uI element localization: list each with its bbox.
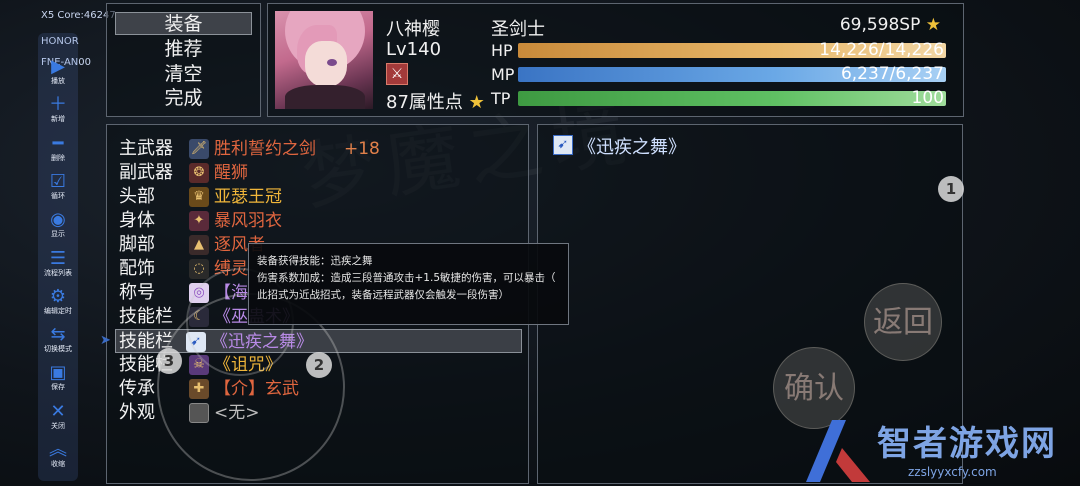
macro-toolbar: ▶ 播放＋新增 ━ 删除 ☑ 循环 ◉ 显示 ☰ 流程列表 ⚙ 编辑定时 ⇆ 切换模式 ▣ 保存 ✕ 关闭 ︽ 收缩	[38, 33, 78, 481]
hp-value: 14,226/14,226	[819, 40, 944, 60]
equipment-slot-label: 技能栏	[119, 306, 173, 327]
play-icon: ▶	[51, 56, 65, 77]
toolbar-button-label: 播放	[51, 77, 65, 85]
plus-icon: ＋	[49, 94, 67, 116]
toolbar-button-label: 显示	[51, 230, 65, 239]
timer-icon: ⚙	[49, 285, 67, 307]
hp-label: HP	[491, 41, 513, 60]
site-watermark-url: zzslyyxcfy.com	[908, 465, 997, 479]
equipment-item-name: 胜利誓约之剑	[214, 139, 316, 159]
star-icon: ★	[462, 92, 485, 113]
toolbar-button[interactable]: ━ 删除	[38, 132, 78, 170]
toolbar-button[interactable]: ＋新增	[38, 95, 78, 131]
crown-icon: ♛	[189, 187, 209, 207]
equipment-item-name: 暴风羽衣	[214, 211, 282, 231]
equipment-row[interactable]: 头部 ♛ 亚瑟王冠	[119, 185, 519, 209]
tooltip-line-1: 装备获得技能：迅疾之舞	[257, 255, 373, 267]
toolbar-button[interactable]: ︽ 收缩	[38, 440, 78, 476]
core-version-text: X5 Core:46247	[41, 10, 116, 21]
back-button[interactable]: 返回	[864, 283, 942, 361]
character-job: 圣剑士	[491, 19, 545, 40]
confirm-button[interactable]: 确认	[773, 347, 855, 429]
equipment-row[interactable]: 身体 ✦ 暴风羽衣	[119, 209, 519, 233]
sp-display: 69,598SP ★	[840, 15, 941, 35]
list-icon: ☰	[49, 247, 67, 269]
boots-icon: ▲	[189, 235, 209, 255]
equipment-slot-label: 配饰	[119, 258, 155, 279]
equipment-slot-label: 副武器	[119, 162, 173, 183]
site-logo-icon	[806, 420, 870, 482]
loop-icon: ☑	[49, 170, 67, 192]
menu-done-button[interactable]: 完成	[115, 87, 252, 110]
attribute-points: 87属性点 ★	[386, 88, 485, 114]
tap-marker-1[interactable]: 1	[938, 176, 964, 202]
equipment-slot-label: 脚部	[119, 234, 155, 255]
toolbar-button[interactable]: ◉ 显示	[38, 210, 78, 246]
menu-clear-button[interactable]: 清空	[115, 63, 252, 86]
equipment-slot-label: 头部	[119, 186, 155, 207]
site-watermark-title: 智者游戏网	[877, 424, 1057, 464]
character-portrait	[275, 11, 373, 109]
tp-bar	[518, 91, 946, 106]
toolbar-button[interactable]: ☑ 循环	[38, 170, 78, 208]
tp-label: TP	[491, 89, 511, 108]
switch-icon: ⇆	[50, 324, 66, 346]
pointer-arrow-icon: ➤	[100, 333, 111, 348]
dash-skill-icon: ➹	[553, 135, 573, 155]
toolbar-button-label: 删除	[51, 153, 65, 162]
menu-equip-button[interactable]: 装备	[115, 12, 252, 35]
character-level: Lv140	[386, 39, 442, 60]
accessory-icon: ◌	[189, 259, 209, 279]
mp-label: MP	[491, 65, 515, 84]
toolbar-button[interactable]: ⚙ 编辑定时	[38, 285, 78, 323]
equipment-menu: 装备 推荐 清空 完成	[106, 3, 261, 117]
sp-star-icon: ★	[920, 15, 941, 35]
toolbar-button-label: 编辑定时	[44, 306, 72, 315]
tap-marker-2[interactable]: 2	[306, 352, 332, 378]
character-name: 八神樱	[386, 19, 440, 40]
equipment-slot-label: 身体	[119, 210, 155, 231]
collapse-icon: ︽	[49, 439, 67, 460]
equipment-item-name: 亚瑟王冠	[214, 187, 282, 207]
toolbar-button-label: 保存	[51, 383, 65, 392]
job-sword-icon: ⚔	[386, 63, 408, 85]
skill-tooltip: 装备获得技能：迅疾之舞 伤害系数加成：造成三段普通攻击+1.5敏捷的伤害，可以暴…	[248, 243, 569, 325]
equipment-slot-label: 主武器	[119, 138, 173, 159]
menu-recommend-button[interactable]: 推荐	[115, 38, 252, 61]
sp-value: 69,598SP	[839, 15, 921, 35]
eye-icon: ◉	[50, 209, 66, 231]
equipment-slot-label: 外观	[119, 402, 155, 423]
sword-icon: 🗡	[189, 139, 209, 159]
toolbar-button[interactable]: ⇆ 切换模式	[38, 325, 78, 361]
enhance-level: +18	[344, 139, 380, 159]
close-icon: ✕	[50, 400, 66, 422]
minus-icon: ━	[52, 132, 64, 154]
toolbar-button-label: 关闭	[51, 421, 65, 430]
equipment-slot-label: 传承	[119, 378, 155, 399]
mp-value: 6,237/6,237	[840, 64, 944, 84]
toolbar-button[interactable]: ☰ 流程列表	[38, 247, 78, 285]
toolbar-button-label: 切换模式	[44, 345, 72, 354]
equipment-row[interactable]: 主武器 🗡 胜利誓约之剑 +18	[119, 137, 519, 161]
toolbar-button[interactable]: ✕ 关闭	[38, 400, 78, 438]
character-status-panel: 八神樱 圣剑士 Lv140 ⚔ 87属性点 ★ 69,598SP ★ HP 14…	[267, 3, 964, 117]
toolbar-button-label: 新增	[51, 115, 65, 124]
tp-value: 100	[911, 88, 944, 108]
toolbar-button-label: 收缩	[51, 460, 65, 468]
attribute-points-label: 87属性点	[386, 92, 463, 113]
lion-icon: ❂	[189, 163, 209, 183]
toolbar-button[interactable]: ▶ 播放	[38, 57, 78, 93]
tap-marker-3[interactable]: 3	[156, 348, 182, 374]
toolbar-button[interactable]: ▣ 保存	[38, 363, 78, 399]
equipment-item-name: 醒狮	[214, 163, 248, 183]
equipment-slot-label: 称号	[119, 282, 155, 303]
tooltip-line-2: 伤害系数加成：造成三段普通攻击+1.5敏捷的伤害，可以暴击（	[257, 272, 556, 284]
tooltip-line-3: 此招式为近战招式，装备远程武器仅会触发一段伤害）	[257, 289, 509, 301]
armor-icon: ✦	[189, 211, 209, 231]
toolbar-button-label: 循环	[51, 191, 65, 200]
save-icon: ▣	[49, 362, 67, 384]
toolbar-button-label: 流程列表	[44, 268, 72, 277]
skill-title: 《迅疾之舞》	[578, 137, 686, 158]
equipment-row[interactable]: 副武器 ❂ 醒狮	[119, 161, 519, 185]
